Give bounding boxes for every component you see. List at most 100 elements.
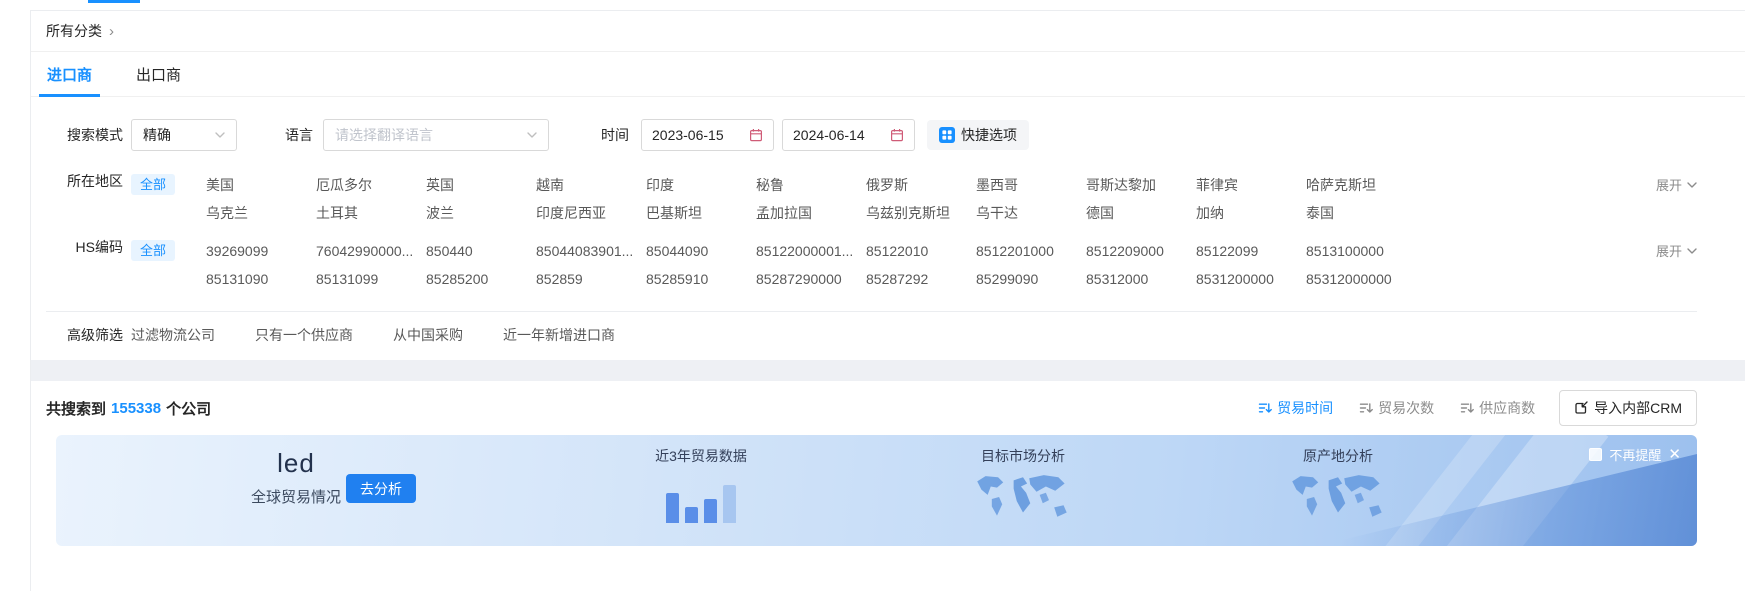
- previous-tab-underline: [88, 0, 140, 3]
- sort-trade-count[interactable]: 贸易次数: [1359, 398, 1434, 418]
- keyword-subtitle: 全球贸易情况: [236, 486, 356, 507]
- time-label: 时间: [601, 125, 629, 145]
- hs-all-badge[interactable]: 全部: [131, 240, 175, 261]
- region-item[interactable]: 乌克兰: [206, 199, 316, 227]
- dismiss-group: 不再提醒 ✕: [1589, 445, 1681, 464]
- chevron-down-icon: [1687, 182, 1697, 188]
- hs-code-item[interactable]: 85131090: [206, 265, 316, 293]
- hs-code-filter-row: HS编码 全部 39269099 76042990000... 850440 8…: [31, 237, 1745, 293]
- region-item[interactable]: 土耳其: [316, 199, 426, 227]
- banner-card-origin[interactable]: 原产地分析: [1258, 446, 1418, 524]
- banner-card-target-market[interactable]: 目标市场分析: [943, 446, 1103, 524]
- hs-code-item[interactable]: 8513100000: [1306, 237, 1416, 265]
- hs-code-item[interactable]: 85131099: [316, 265, 426, 293]
- region-item[interactable]: 英国: [426, 171, 536, 199]
- language-placeholder: 请选择翻译语言: [335, 125, 433, 145]
- region-item[interactable]: 哥斯达黎加: [1086, 171, 1196, 199]
- hs-code-item[interactable]: 39269099: [206, 237, 316, 265]
- region-item[interactable]: 德国: [1086, 199, 1196, 227]
- banner-card-target-market-title: 目标市场分析: [943, 446, 1103, 466]
- region-all-badge[interactable]: 全部: [131, 174, 175, 195]
- hs-code-item[interactable]: 76042990000...: [316, 237, 426, 265]
- hs-code-item[interactable]: 85122010: [866, 237, 976, 265]
- region-item[interactable]: 厄瓜多尔: [316, 171, 426, 199]
- region-item[interactable]: 泰国: [1306, 199, 1416, 227]
- hs-code-item[interactable]: 85287290000: [756, 265, 866, 293]
- filter-logistics-link[interactable]: 过滤物流公司: [131, 325, 215, 345]
- end-date-input[interactable]: 2024-06-14: [782, 119, 915, 151]
- banner-card-trade-data-title: 近3年贸易数据: [631, 446, 771, 466]
- banner-card-origin-title: 原产地分析: [1258, 446, 1418, 466]
- import-crm-button[interactable]: 导入内部CRM: [1559, 390, 1697, 426]
- search-mode-value: 精确: [143, 125, 171, 145]
- hs-code-item[interactable]: 8512209000: [1086, 237, 1196, 265]
- calendar-icon: [890, 128, 904, 142]
- hs-code-item[interactable]: 85122099: [1196, 237, 1306, 265]
- region-item[interactable]: 越南: [536, 171, 646, 199]
- hs-code-item[interactable]: 85285910: [646, 265, 756, 293]
- close-icon[interactable]: ✕: [1668, 447, 1681, 462]
- search-mode-select[interactable]: 精确: [131, 119, 237, 151]
- breadcrumb-label: 所有分类: [46, 21, 102, 41]
- tab-exporters[interactable]: 出口商: [136, 52, 181, 96]
- language-select[interactable]: 请选择翻译语言: [323, 119, 549, 151]
- region-expand-link[interactable]: 展开: [1656, 175, 1697, 194]
- region-item[interactable]: 印度: [646, 171, 756, 199]
- region-item[interactable]: 乌兹别克斯坦: [866, 199, 976, 227]
- analyze-button[interactable]: 去分析: [346, 474, 416, 503]
- start-date-input[interactable]: 2023-06-15: [641, 119, 774, 151]
- filter-new-importers-link[interactable]: 近一年新增进口商: [503, 325, 615, 345]
- count-number: 155338: [111, 400, 161, 417]
- region-item[interactable]: 菲律宾: [1196, 171, 1306, 199]
- chevron-down-icon: [215, 132, 225, 138]
- region-item[interactable]: 墨西哥: [976, 171, 1086, 199]
- main-panel: 所有分类 › 进口商 出口商 搜索模式 精确 语言 请选择翻译语言 时间 202…: [30, 10, 1745, 591]
- filter-single-supplier-link[interactable]: 只有一个供应商: [255, 325, 353, 345]
- region-item[interactable]: 乌干达: [976, 199, 1086, 227]
- trade-analysis-banner: led 全球贸易情况 去分析 近3年贸易数据 目标市场分析 原产地分析: [56, 435, 1697, 546]
- end-date-value: 2024-06-14: [793, 127, 865, 143]
- hs-code-item[interactable]: 85122000001...: [756, 237, 866, 265]
- filter-buy-from-china-link[interactable]: 从中国采购: [393, 325, 463, 345]
- banner-card-trade-data[interactable]: 近3年贸易数据: [631, 446, 771, 523]
- hs-code-item[interactable]: 85299090: [976, 265, 1086, 293]
- hs-code-item[interactable]: 850440: [426, 237, 536, 265]
- hs-code-item[interactable]: 85044090: [646, 237, 756, 265]
- hs-code-item[interactable]: 852859: [536, 265, 646, 293]
- hs-code-item[interactable]: 85287292: [866, 265, 976, 293]
- sort-trade-time[interactable]: 贸易时间: [1258, 398, 1333, 418]
- bar-chart-icon: [631, 475, 771, 523]
- results-header: 共搜索到 155338 个公司 贸易时间 贸易次数 供应商数: [46, 381, 1697, 435]
- breadcrumb[interactable]: 所有分类 ›: [31, 11, 1745, 52]
- region-item[interactable]: 俄罗斯: [866, 171, 976, 199]
- region-item[interactable]: 哈萨克斯坦: [1306, 171, 1416, 199]
- region-item[interactable]: 巴基斯坦: [646, 199, 756, 227]
- hs-code-item[interactable]: 8512201000: [976, 237, 1086, 265]
- tab-importers-label: 进口商: [47, 64, 92, 85]
- quick-options-button[interactable]: 快捷选项: [927, 120, 1029, 150]
- advanced-filter-row: 高级筛选 过滤物流公司 只有一个供应商 从中国采购 近一年新增进口商: [31, 312, 1745, 360]
- tab-importers[interactable]: 进口商: [47, 52, 92, 96]
- region-item[interactable]: 加纳: [1196, 199, 1306, 227]
- results-count: 共搜索到 155338 个公司: [46, 398, 211, 419]
- dont-remind-checkbox[interactable]: [1589, 448, 1602, 461]
- region-item[interactable]: 秘鲁: [756, 171, 866, 199]
- sort-trade-count-label: 贸易次数: [1378, 398, 1434, 418]
- hs-code-expand-link[interactable]: 展开: [1656, 241, 1697, 260]
- hs-code-item[interactable]: 8531200000: [1196, 265, 1306, 293]
- region-expand-label: 展开: [1656, 175, 1682, 194]
- hs-code-items-grid: 39269099 76042990000... 850440 850440839…: [203, 237, 1416, 293]
- region-item[interactable]: 波兰: [426, 199, 536, 227]
- world-map-icon: [968, 472, 1078, 524]
- hs-code-item[interactable]: 85285200: [426, 265, 536, 293]
- hs-code-item[interactable]: 85044083901...: [536, 237, 646, 265]
- hs-code-item[interactable]: 85312000: [1086, 265, 1196, 293]
- region-item[interactable]: 印度尼西亚: [536, 199, 646, 227]
- hs-code-item[interactable]: 85312000000: [1306, 265, 1416, 293]
- search-mode-label: 搜索模式: [31, 125, 123, 145]
- results-toolbar: 贸易时间 贸易次数 供应商数 导入内部CRM: [1232, 390, 1697, 426]
- sort-supplier-count[interactable]: 供应商数: [1460, 398, 1535, 418]
- region-item[interactable]: 孟加拉国: [756, 199, 866, 227]
- region-item[interactable]: 美国: [206, 171, 316, 199]
- keyword-block: led 全球贸易情况: [236, 448, 356, 507]
